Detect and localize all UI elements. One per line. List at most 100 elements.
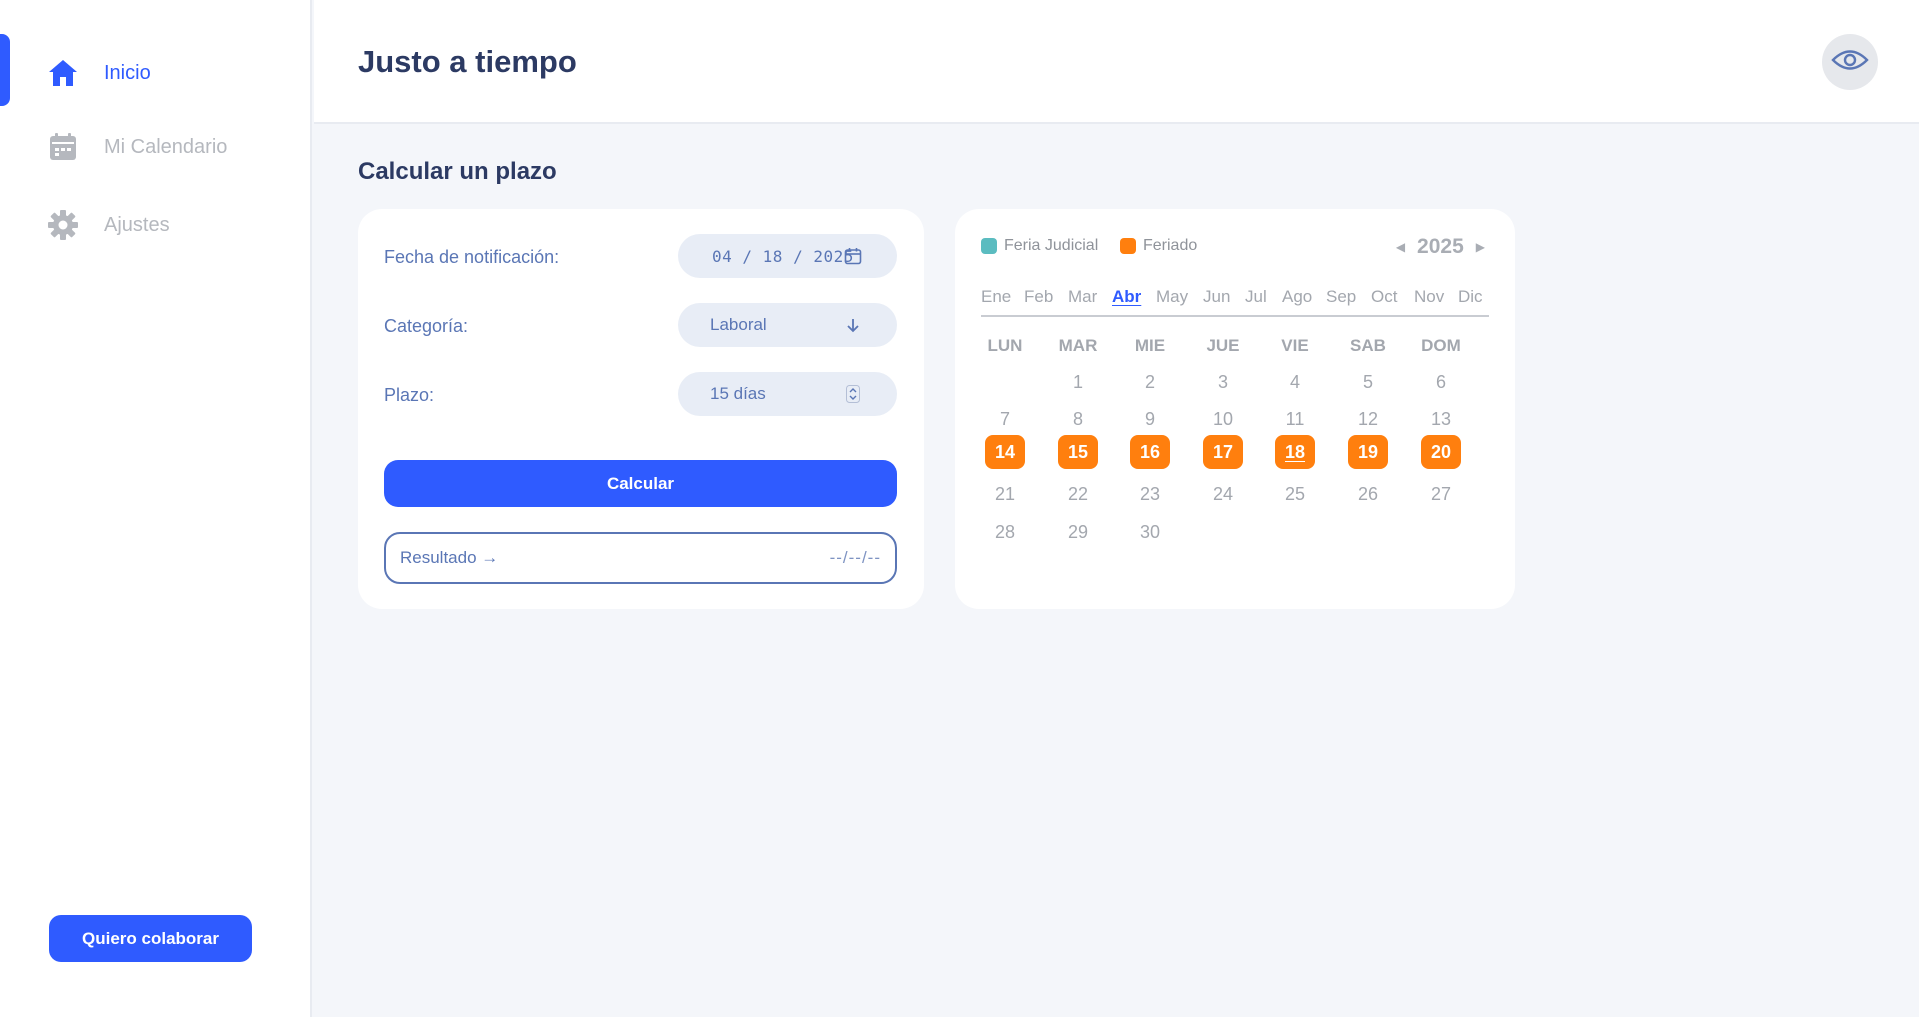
calendar-day-number: 20: [1430, 442, 1452, 462]
calendar-day[interactable]: 10: [1203, 402, 1243, 436]
notification-date-value: 04 / 18 / 2025: [712, 246, 854, 266]
calendar-day[interactable]: 6: [1421, 365, 1461, 399]
calendar-day-number: 23: [1139, 484, 1161, 504]
collaborate-button[interactable]: Quiero colaborar: [49, 915, 252, 962]
sidebar-item-label: Inicio: [104, 61, 151, 84]
calendar-day[interactable]: 3: [1203, 365, 1243, 399]
term-label: Plazo:: [384, 385, 435, 405]
year-label: 2025: [1417, 235, 1464, 258]
result-label: Resultado →: [400, 548, 499, 567]
calendar-day-number: 7: [999, 409, 1010, 429]
month-tabs: Ene Feb Mar Abr May Jun Jul Ago Sep Oct …: [981, 287, 1489, 317]
calendar-day[interactable]: 7: [985, 402, 1025, 436]
calendar-day-number: 13: [1430, 409, 1452, 429]
home-icon: [48, 58, 78, 88]
active-indicator: [0, 34, 10, 106]
visibility-toggle-button[interactable]: [1822, 34, 1878, 90]
weekday-label: SAB: [1350, 336, 1386, 355]
month-tab-ene[interactable]: Ene: [981, 287, 1011, 307]
weekday-label: VIE: [1281, 336, 1309, 355]
calendar-day-number: 18: [1284, 442, 1306, 462]
calendar-day[interactable]: 16: [1130, 435, 1170, 469]
month-tab-sep[interactable]: Sep: [1326, 287, 1356, 307]
prev-year-icon[interactable]: ◀: [1396, 240, 1405, 254]
sidebar-item-label: Ajustes: [104, 213, 170, 236]
gear-icon: [48, 210, 78, 240]
calendar-day-number: 10: [1212, 409, 1234, 429]
category-value: Laboral: [710, 315, 767, 334]
weekday-label: MAR: [1058, 336, 1098, 355]
weekday-label: LUN: [987, 336, 1023, 355]
result-box: Resultado → --/--/--: [384, 532, 897, 584]
calendar-day-number: 25: [1284, 484, 1306, 504]
category-select[interactable]: Laboral: [678, 303, 897, 347]
calendar-day-number: 21: [994, 484, 1016, 504]
term-value: 15 días: [710, 384, 766, 403]
calendar-day[interactable]: 28: [985, 515, 1025, 549]
calendar-day[interactable]: 21: [985, 477, 1025, 511]
calendar-day[interactable]: 26: [1348, 477, 1388, 511]
result-value: --/--/--: [829, 548, 881, 567]
month-tab-dic[interactable]: Dic: [1458, 287, 1483, 307]
stepper-icon[interactable]: [843, 384, 863, 404]
calendar-icon: [48, 132, 78, 162]
calendar-day-number: 15: [1067, 442, 1089, 462]
calendar-day[interactable]: 1: [1058, 365, 1098, 399]
header: Justo a tiempo: [314, 0, 1919, 124]
calendar-day-number: 5: [1362, 372, 1373, 392]
month-tab-mar[interactable]: Mar: [1068, 287, 1097, 307]
calendar-day-number: 29: [1067, 522, 1089, 542]
month-tab-ago[interactable]: Ago: [1282, 287, 1312, 307]
calendar-day[interactable]: 2: [1130, 365, 1170, 399]
month-tab-jun[interactable]: Jun: [1203, 287, 1230, 307]
calendar-day[interactable]: 13: [1421, 402, 1461, 436]
month-tab-oct[interactable]: Oct: [1371, 287, 1397, 307]
calendar-day-number: 2: [1144, 372, 1155, 392]
calendar-day-number: 27: [1430, 484, 1452, 504]
calendar-day[interactable]: 24: [1203, 477, 1243, 511]
calendar-day[interactable]: 29: [1058, 515, 1098, 549]
sidebar: Inicio Mi Calendario Ajustes Quiero cola…: [0, 0, 312, 1017]
sidebar-item-label: Mi Calendario: [104, 135, 228, 158]
eye-icon: [1831, 49, 1869, 76]
sidebar-item-ajustes[interactable]: Ajustes: [0, 186, 310, 264]
calendar-day[interactable]: 15: [1058, 435, 1098, 469]
calendar-day-number: 11: [1285, 409, 1305, 429]
month-tab-feb[interactable]: Feb: [1024, 287, 1053, 307]
month-tab-may[interactable]: May: [1156, 287, 1188, 307]
calendar-day-number: 8: [1072, 409, 1083, 429]
weekday-label: DOM: [1421, 336, 1461, 355]
notification-date-label: Fecha de notificación:: [384, 247, 560, 267]
calendar-icon[interactable]: [843, 246, 863, 266]
month-tab-jul[interactable]: Jul: [1245, 287, 1267, 307]
calendar-day[interactable]: 23: [1130, 477, 1170, 511]
calendar-day[interactable]: 30: [1130, 515, 1170, 549]
legend-label: Feriado: [1143, 237, 1198, 254]
calculate-button[interactable]: Calcular: [384, 460, 897, 507]
calendar-day[interactable]: 27: [1421, 477, 1461, 511]
calendar-day[interactable]: 8: [1058, 402, 1098, 436]
calendar-day[interactable]: 18: [1275, 435, 1315, 469]
calendar-day[interactable]: 17: [1203, 435, 1243, 469]
notification-date-input[interactable]: 04 / 18 / 2025: [678, 234, 897, 278]
calendar-day[interactable]: 20: [1421, 435, 1461, 469]
calendar-day-number: 9: [1144, 409, 1155, 429]
calendar-day-number: 30: [1139, 522, 1161, 542]
sidebar-item-inicio[interactable]: Inicio: [0, 34, 310, 112]
calendar-day[interactable]: 19: [1348, 435, 1388, 469]
calendar-day[interactable]: 9: [1130, 402, 1170, 436]
calendar-day-number: 19: [1357, 442, 1379, 462]
legend-swatch: [1120, 238, 1136, 254]
term-stepper[interactable]: 15 días: [678, 372, 897, 416]
calendar-day[interactable]: 25: [1275, 477, 1315, 511]
month-tab-abr[interactable]: Abr: [1112, 287, 1141, 307]
calendar-day[interactable]: 5: [1348, 365, 1388, 399]
next-year-icon[interactable]: ▶: [1476, 240, 1485, 254]
calendar-day[interactable]: 4: [1275, 365, 1315, 399]
month-tab-nov[interactable]: Nov: [1414, 287, 1444, 307]
calendar-day[interactable]: 12: [1348, 402, 1388, 436]
calendar-day[interactable]: 22: [1058, 477, 1098, 511]
sidebar-item-mi-calendario[interactable]: Mi Calendario: [0, 108, 310, 186]
calendar-day[interactable]: 11: [1275, 402, 1315, 436]
calendar-day[interactable]: 14: [985, 435, 1025, 469]
